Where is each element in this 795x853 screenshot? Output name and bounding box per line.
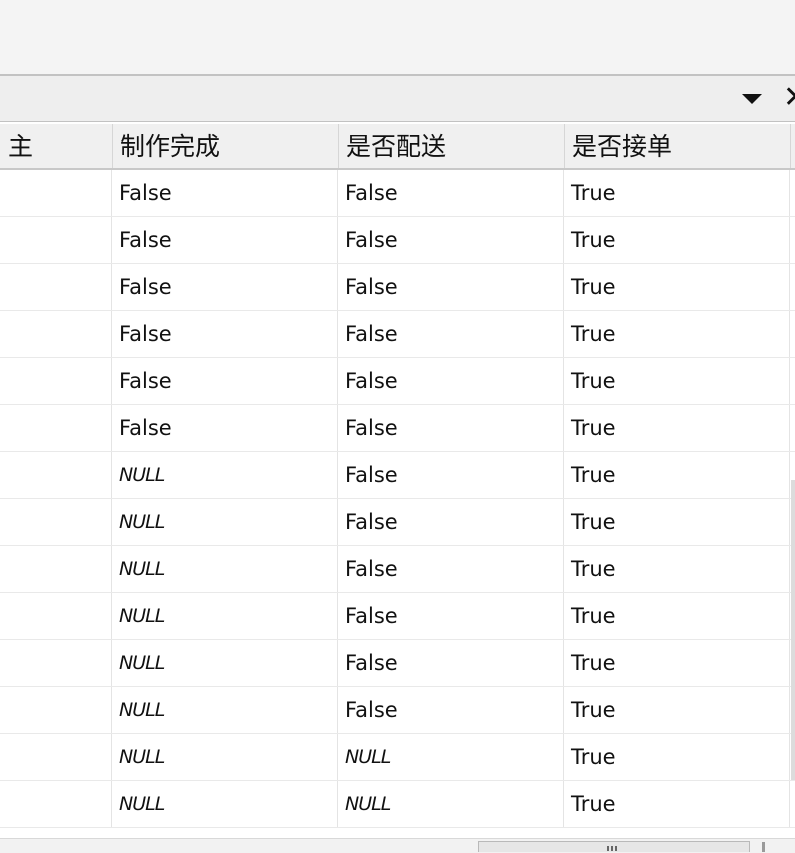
table-cell[interactable]: False bbox=[338, 405, 564, 451]
table-cell[interactable]: True bbox=[564, 264, 790, 310]
table-cell[interactable]: False bbox=[338, 452, 564, 498]
table-row[interactable]: NULL False True bbox=[0, 499, 795, 546]
table-cell[interactable] bbox=[0, 311, 112, 357]
table-cell[interactable] bbox=[0, 499, 112, 545]
table-cell[interactable]: True bbox=[564, 452, 790, 498]
table-cell[interactable]: False bbox=[338, 546, 564, 592]
table-cell[interactable]: False bbox=[338, 170, 564, 216]
table-cell[interactable]: NULL bbox=[112, 687, 338, 733]
table-cell[interactable]: False bbox=[338, 311, 564, 357]
table-cell[interactable]: NULL bbox=[338, 734, 564, 780]
table-row[interactable]: False False True bbox=[0, 170, 795, 217]
table-cell[interactable] bbox=[0, 452, 112, 498]
scroll-right-arrow-icon[interactable] bbox=[762, 842, 765, 852]
table-row[interactable]: NULL False True bbox=[0, 593, 795, 640]
table-row[interactable]: NULL False True bbox=[0, 546, 795, 593]
table-row[interactable]: NULL False True bbox=[0, 640, 795, 687]
table-row[interactable]: False False True bbox=[0, 358, 795, 405]
table-cell[interactable]: NULL bbox=[112, 546, 338, 592]
table-cell[interactable]: NULL bbox=[112, 734, 338, 780]
table-cell[interactable] bbox=[0, 734, 112, 780]
table-cell-partial bbox=[790, 405, 795, 451]
table-cell[interactable]: True bbox=[564, 499, 790, 545]
results-panel-header bbox=[0, 74, 795, 122]
table-cell[interactable] bbox=[0, 217, 112, 263]
table-cell[interactable] bbox=[0, 687, 112, 733]
table-row[interactable]: False False True bbox=[0, 264, 795, 311]
table-cell[interactable] bbox=[0, 405, 112, 451]
table-cell[interactable]: True bbox=[564, 640, 790, 686]
table-row[interactable]: NULL NULL True bbox=[0, 781, 795, 828]
table-cell[interactable]: False bbox=[338, 593, 564, 639]
table-cell[interactable]: False bbox=[112, 264, 338, 310]
table-cell[interactable]: False bbox=[338, 640, 564, 686]
column-header[interactable]: 是否配送 bbox=[338, 124, 565, 170]
table-cell[interactable]: NULL bbox=[112, 452, 338, 498]
table-cell-partial bbox=[790, 781, 795, 827]
grid-body: False False True False False True False False Tr… bbox=[0, 170, 795, 828]
grid-header-row: 主 制作完成 是否配送 是否接单 bbox=[0, 124, 795, 170]
table-cell-partial bbox=[790, 217, 795, 263]
table-row[interactable]: NULL False True bbox=[0, 452, 795, 499]
column-header[interactable]: 是否接单 bbox=[564, 124, 791, 170]
column-header[interactable]: 主 bbox=[0, 124, 113, 170]
column-header[interactable]: 制作完成 bbox=[112, 124, 339, 170]
table-cell[interactable]: True bbox=[564, 405, 790, 451]
grip-icon bbox=[607, 846, 609, 851]
table-cell[interactable]: False bbox=[112, 311, 338, 357]
table-cell[interactable]: False bbox=[112, 170, 338, 216]
table-cell-partial bbox=[790, 311, 795, 357]
table-row[interactable]: NULL False True bbox=[0, 687, 795, 734]
column-header-partial bbox=[790, 124, 795, 170]
table-cell[interactable] bbox=[0, 781, 112, 827]
table-cell[interactable]: True bbox=[564, 217, 790, 263]
table-cell[interactable]: False bbox=[338, 217, 564, 263]
table-cell[interactable]: False bbox=[112, 358, 338, 404]
table-cell[interactable] bbox=[0, 358, 112, 404]
chevron-down-icon[interactable] bbox=[742, 94, 762, 104]
results-grid: 主 制作完成 是否配送 是否接单 False False True False Fals… bbox=[0, 124, 795, 838]
table-cell-partial bbox=[790, 170, 795, 216]
table-cell[interactable]: True bbox=[564, 593, 790, 639]
table-cell[interactable]: True bbox=[564, 358, 790, 404]
table-cell[interactable] bbox=[0, 170, 112, 216]
table-cell[interactable]: True bbox=[564, 170, 790, 216]
table-cell[interactable]: True bbox=[564, 687, 790, 733]
table-cell[interactable]: False bbox=[112, 217, 338, 263]
table-cell[interactable]: NULL bbox=[112, 593, 338, 639]
table-cell-partial bbox=[790, 358, 795, 404]
table-cell[interactable]: False bbox=[338, 499, 564, 545]
table-cell[interactable]: True bbox=[564, 311, 790, 357]
table-cell-partial bbox=[790, 264, 795, 310]
table-cell[interactable]: False bbox=[338, 264, 564, 310]
close-icon[interactable]: ✕ bbox=[783, 80, 795, 116]
table-row[interactable]: NULL NULL True bbox=[0, 734, 795, 781]
table-cell[interactable]: False bbox=[112, 405, 338, 451]
table-cell[interactable]: True bbox=[564, 781, 790, 827]
table-row[interactable]: False False True bbox=[0, 405, 795, 452]
table-cell[interactable]: False bbox=[338, 687, 564, 733]
table-cell[interactable] bbox=[0, 593, 112, 639]
table-cell[interactable]: True bbox=[564, 546, 790, 592]
table-cell[interactable]: NULL bbox=[112, 781, 338, 827]
table-row[interactable]: False False True bbox=[0, 217, 795, 264]
table-cell[interactable]: True bbox=[564, 734, 790, 780]
table-row[interactable]: False False True bbox=[0, 311, 795, 358]
table-cell[interactable]: False bbox=[338, 358, 564, 404]
toolbar-area bbox=[0, 0, 795, 74]
table-cell[interactable] bbox=[0, 264, 112, 310]
table-cell[interactable] bbox=[0, 546, 112, 592]
table-cell[interactable]: NULL bbox=[112, 640, 338, 686]
table-cell[interactable] bbox=[0, 640, 112, 686]
table-cell[interactable]: NULL bbox=[338, 781, 564, 827]
table-cell[interactable]: NULL bbox=[112, 499, 338, 545]
scrollbar-thumb[interactable] bbox=[478, 841, 750, 852]
vertical-scrollbar[interactable] bbox=[791, 480, 795, 780]
